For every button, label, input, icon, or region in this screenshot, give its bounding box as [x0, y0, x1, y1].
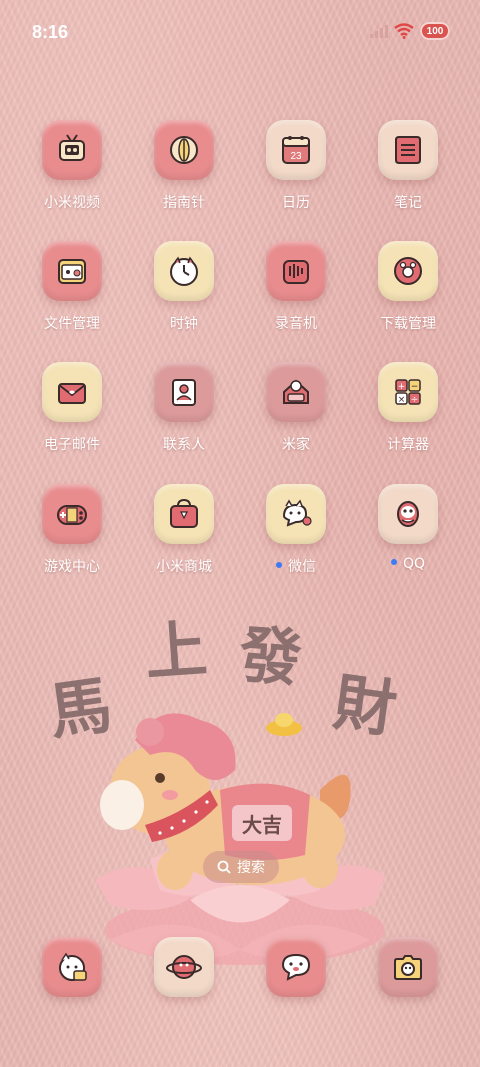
search-label: 搜索 [237, 860, 265, 876]
wallpaper-calligraphy: 馬 上 發 財 [44, 612, 401, 749]
app-label: 笔记 [394, 195, 422, 211]
compass-icon [154, 120, 214, 180]
qq-icon [378, 484, 438, 544]
app-download-manager[interactable]: 下载管理 [358, 241, 458, 333]
search-icon [217, 860, 231, 874]
wifi-icon [394, 23, 414, 39]
app-clock[interactable]: 时钟 [134, 241, 234, 333]
app-compass[interactable]: 指南针 [134, 120, 234, 212]
app-label: 联系人 [163, 437, 205, 453]
app-label: 下载管理 [380, 316, 436, 332]
contacts-icon [154, 362, 214, 422]
folder-icon [42, 241, 102, 301]
calligraphy-char: 上 [143, 612, 210, 689]
gamepad-icon [42, 484, 102, 544]
app-notes[interactable]: 笔记 [358, 120, 458, 212]
phone-icon [42, 937, 102, 997]
calligraphy-char: 發 [236, 618, 304, 695]
browser-icon [154, 937, 214, 997]
calligraphy-char: 馬 [44, 668, 116, 749]
app-label: 微信 [246, 556, 346, 576]
app-label: 计算器 [387, 437, 429, 453]
messages-icon [266, 937, 326, 997]
dock-messages[interactable] [246, 937, 346, 997]
notification-dot [276, 562, 282, 568]
wechat-icon [266, 484, 326, 544]
app-xiaomi-video[interactable]: 小米视频 [22, 120, 122, 212]
tv-icon [42, 120, 102, 180]
app-label-text: 微信 [288, 559, 316, 575]
svg-text:−: − [411, 382, 419, 392]
search-button[interactable]: 搜索 [203, 851, 279, 883]
app-wechat[interactable]: 微信 [246, 484, 346, 576]
app-mijia[interactable]: 米家 [246, 362, 346, 454]
calendar-date: 23 [290, 151, 302, 162]
app-label: 小米视频 [44, 195, 100, 211]
app-recorder[interactable]: 录音机 [246, 241, 346, 333]
mail-icon [42, 362, 102, 422]
clock-icon [154, 241, 214, 301]
saddle-text: 大吉 [242, 813, 282, 837]
status-bar: 8:16 100 [0, 0, 480, 66]
app-label: 指南针 [163, 195, 205, 211]
app-label: 小米商城 [156, 559, 212, 575]
status-time: 8:16 [32, 22, 69, 42]
app-label: 日历 [282, 195, 310, 211]
camera-icon [378, 937, 438, 997]
dock-browser[interactable] [134, 937, 234, 997]
app-label: QQ [358, 556, 458, 572]
app-label: 文件管理 [44, 316, 100, 332]
svg-text:+: + [398, 382, 406, 392]
shopping-bag-icon [154, 484, 214, 544]
app-label: 米家 [282, 437, 310, 453]
app-label: 游戏中心 [44, 559, 100, 575]
svg-text:×: × [398, 395, 406, 405]
home-icon [266, 362, 326, 422]
dock-camera[interactable] [358, 937, 458, 997]
svg-text:÷: ÷ [411, 395, 419, 405]
app-label: 录音机 [275, 316, 317, 332]
gold-ingot-icon [266, 713, 302, 736]
app-file-manager[interactable]: 文件管理 [22, 241, 122, 333]
app-mi-store[interactable]: 小米商城 [134, 484, 234, 576]
notification-dot [390, 559, 397, 565]
calligraphy-char: 財 [329, 665, 401, 746]
app-label: 电子邮件 [44, 437, 100, 453]
recorder-icon [266, 241, 326, 301]
calendar-icon: 23 [266, 120, 326, 180]
notes-icon [378, 120, 438, 180]
signal-icon [370, 24, 388, 38]
wallpaper-horse-art: 馬 上 發 財 大吉 [44, 612, 401, 965]
battery-indicator: 100 [420, 22, 450, 40]
app-calendar[interactable]: 23 日历 [246, 120, 346, 212]
app-calculator[interactable]: + − × ÷ 计算器 [358, 362, 458, 454]
download-icon [378, 241, 438, 301]
dock-phone[interactable] [22, 937, 122, 997]
app-game-center[interactable]: 游戏中心 [22, 484, 122, 576]
app-qq[interactable]: QQ [358, 484, 458, 572]
app-label-text: QQ [402, 556, 426, 572]
app-label: 时钟 [170, 316, 198, 332]
calculator-icon: + − × ÷ [378, 362, 438, 422]
status-icons: 100 [370, 22, 450, 40]
app-email[interactable]: 电子邮件 [22, 362, 122, 454]
app-contacts[interactable]: 联系人 [134, 362, 234, 454]
